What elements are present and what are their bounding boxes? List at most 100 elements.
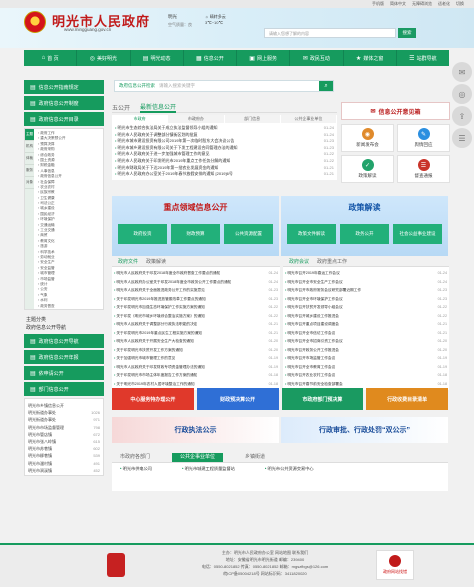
weibo-icon[interactable]: ◎ <box>452 84 472 104</box>
list-item[interactable]: 明光市召开春节前安全检查部署会 01-18 <box>285 380 447 389</box>
banner-button[interactable]: 财政预算 <box>171 224 220 244</box>
tab-latest-open[interactable]: 最新信息公开 <box>140 102 177 113</box>
subtab-0[interactable]: 市政府 <box>112 115 169 123</box>
sidebar-bottom-btn-1[interactable]: ▤ 政府信息公开年报 <box>24 350 104 364</box>
tab-gov-docs[interactable]: 政府文件 <box>118 258 138 266</box>
banner-button[interactable]: 社会公益事业建设 <box>393 224 442 244</box>
nav-item-7[interactable]: ☰ 站群导航 <box>397 50 449 66</box>
top-link-mobile[interactable]: 手机版 <box>372 1 384 7</box>
news-row[interactable]: 明光市财政局关于下达2019年第一批农业发展资金的通知 01-21 <box>115 165 334 172</box>
sidebar-btn-guide[interactable]: ▤ 信息公开指南规定 <box>24 80 104 94</box>
tab-townships[interactable]: 乡镇街道 <box>245 453 265 462</box>
search-icon[interactable]: ⌕ <box>319 81 333 91</box>
tab-five-open[interactable]: 五公开 <box>112 103 130 112</box>
nav-item-6[interactable]: ★ 媒体之窗 <box>344 50 397 66</box>
list-item[interactable]: 明光市召开全市信访工作会议 01-21 <box>285 329 447 338</box>
sidebar-bottom-btn-0[interactable]: ▤ 政府信息公开导航 <box>24 334 104 348</box>
quick-tile-1[interactable]: ✎ 舆情回应 <box>397 124 450 152</box>
list-item[interactable]: 关于印发明光市加强生态环境保护工作实施方案的通知 01-22 <box>114 303 278 312</box>
list-item[interactable]: 明光市人民政府办公室关于印发2018年度全市政务公开工作要点的通知 01-24 <box>114 278 278 287</box>
wechat-icon[interactable]: ✉ <box>452 62 472 82</box>
nav-item-0[interactable]: ⌂ 首 页 <box>24 50 78 66</box>
promo-double-publicity[interactable]: 行政审批、行政处罚“双公示” <box>281 417 448 443</box>
feature-link-1[interactable]: 财政预决算公开 <box>196 388 279 410</box>
list-item[interactable]: 明光市召开农业农村工作会议 01-18 <box>285 371 447 380</box>
tab-key-work[interactable]: 政府重点工作 <box>317 258 347 266</box>
list-item[interactable]: 明光市召开全市招商引资工作会议 01-20 <box>285 337 447 346</box>
news-row[interactable]: 明光市人民政府关于调整部分镇街区划的批复 01-24 <box>115 132 334 139</box>
list-item[interactable]: 明光市召开重点项目建设调度会 01-21 <box>285 320 447 329</box>
list-item[interactable]: 明光市人民政府关于印发财政专项资金管理办法的通知 01-19 <box>114 363 278 372</box>
nav-item-3[interactable]: ▦ 信息公开 <box>184 50 237 66</box>
list-item[interactable]: 关于印发明光市2019年推进放管服改革工作要点的通知 01-23 <box>114 295 278 304</box>
list-item[interactable]: 明光市人民政府关于印发2018年度全市政府督查工作要点的通知 01-24 <box>114 269 278 278</box>
dept-item[interactable]: 明光市供电公司 <box>120 466 152 488</box>
top-link-elderly[interactable]: 适老化 <box>438 1 450 7</box>
list-item[interactable]: 明光市召开市场监管工作会议 01-19 <box>285 354 447 363</box>
news-row[interactable]: 明光市人民政府办公室关于2019年春节放假安排的通知 [2019]6号 01-21 <box>115 171 334 178</box>
nav-item-4[interactable]: ▣ 网上服务 <box>237 50 291 66</box>
news-row[interactable]: 明光市人民政府关于印发明光市2019年重点工作任务分解的通知 01-22 <box>115 158 334 165</box>
top-link-switch[interactable]: 切换 <box>456 1 464 7</box>
quick-tile-3[interactable]: ☰ 督查通报 <box>397 155 450 183</box>
feature-link-3[interactable]: 行政收费目录清单 <box>366 388 448 410</box>
news-row[interactable]: 明光市城乡建设投资有限公司关于下发工程建设合同管理办法的通知 01-23 <box>115 145 334 152</box>
banner-button[interactable]: 政务公开 <box>340 224 389 244</box>
tree-item[interactable]: 民政 <box>38 309 100 310</box>
dept-item[interactable]: 明光市公共资源交易中心 <box>265 466 314 488</box>
sidebar-bottom-btn-3[interactable]: ▤ 部门信息公开 <box>24 382 104 396</box>
sidebar-btn-system[interactable]: ▤ 政府信息公开制度 <box>24 96 104 110</box>
open-mailbox-button[interactable]: ✉ 信息公开意见箱 <box>341 102 450 120</box>
sidebar-bottom-btn-2[interactable]: ▤ 依申请公开 <box>24 366 104 380</box>
list-item[interactable]: 明光市苏巷镇 602 <box>28 445 100 452</box>
list-item[interactable]: 关于印发明光市市场主体年度报告工作方案的通知 01-18 <box>114 371 278 380</box>
nav-item-1[interactable]: ◎ 美好明光 <box>77 50 131 66</box>
subtab-1[interactable]: 市政府办 <box>168 115 225 123</box>
tree-tab-4[interactable]: 对象 <box>25 177 34 189</box>
tab-departments[interactable]: 市政府各部门 <box>120 453 150 462</box>
tree-tab-3[interactable]: 服务 <box>25 165 34 177</box>
site-search-input[interactable]: 请输入您想了解的内容 <box>264 28 396 38</box>
list-item[interactable]: 明光市召开扶贫开发领导小组会议 01-22 <box>285 303 447 312</box>
news-row[interactable]: 明光市人民政府关于进一步加强城市管理工作的意见 01-22 <box>115 151 334 158</box>
list-item[interactable]: 关于加强明光市城市管理工作的意见 01-19 <box>114 354 278 363</box>
list-item[interactable]: 明光市召开城乡建设工作推进会 01-22 <box>285 312 447 321</box>
app-icon[interactable]: ☰ <box>452 128 472 148</box>
share-icon[interactable]: ⇪ <box>452 106 472 126</box>
nav-item-2[interactable]: ▤ 明光动态 <box>131 50 184 66</box>
list-item[interactable]: 明光市管店镇 672 <box>28 431 100 438</box>
list-item[interactable]: 明光市召开政务公开工作推进会 01-20 <box>285 346 447 355</box>
list-item[interactable]: 明光市召开全市环境保护工作会议 01-23 <box>285 295 447 304</box>
sidebar-btn-catalog[interactable]: ▤ 政府信息公开目录 <box>24 112 104 126</box>
list-item[interactable]: 关于明光市2019年农村人居环境整治工作的通知 01-18 <box>114 380 278 389</box>
tree-tab-2[interactable]: 体裁 <box>25 153 34 165</box>
gov-search-input[interactable]: 请输入搜索关键字 <box>159 83 319 89</box>
promo-law-enforcement[interactable]: 行政执法公示 <box>112 417 279 443</box>
site-search-button[interactable]: 搜索 <box>398 28 416 38</box>
list-item[interactable]: 明光市柳巷镇 539 <box>28 452 100 459</box>
banner-button[interactable]: 政府投资 <box>118 224 167 244</box>
feature-link-0[interactable]: 中心服务特办理公开 <box>112 388 194 410</box>
tab-policy-interpret[interactable]: 政策解读 <box>146 258 166 266</box>
nav-item-5[interactable]: ✉ 政民互动 <box>290 50 344 66</box>
news-row[interactable]: 明光市生态综合执法局关于成立执法监督领导小组的通知 01-24 <box>115 125 334 132</box>
quick-tile-0[interactable]: ◉ 新闻发布会 <box>341 124 394 152</box>
subtab-3[interactable]: 公共企事业单位 <box>280 115 337 123</box>
list-item[interactable]: 明光市召开全市安全生产工作会议 01-24 <box>285 278 447 287</box>
list-item[interactable]: 明光市人民政府关于调整部分行政执法职能的决定 01-21 <box>114 320 278 329</box>
list-item[interactable]: 明光市涧溪镇 452 <box>28 467 100 474</box>
news-row[interactable]: 明光市城市建设投资有限公司2019年第一次临时股东大会决议公告 01-23 <box>115 138 334 145</box>
list-item[interactable]: 明光市人民政府关于全面推进政务公开工作的实施意见 01-23 <box>114 286 278 295</box>
tree-tab-1[interactable]: 机构 <box>25 141 34 153</box>
top-link-language[interactable]: 简体中文 <box>390 1 406 7</box>
tab-gov-meetings[interactable]: 政府会议 <box>289 258 309 266</box>
list-item[interactable]: 明光街道办事处 1026 <box>28 409 100 416</box>
list-item[interactable]: 明光街道办事处 971 <box>28 416 100 423</box>
list-item[interactable]: 明光市召开市政府常务会议研究部署近期工作 01-23 <box>285 286 447 295</box>
tree-tab-0[interactable]: 主题 <box>25 129 34 141</box>
list-item[interactable]: 关于印发明光市扶贫开发工作方案的通知 01-20 <box>114 346 278 355</box>
list-item[interactable]: 明光市召开全市教育工作会议 01-19 <box>285 363 447 372</box>
tab-public-units[interactable]: 公共企事业单位 <box>172 453 224 462</box>
list-item[interactable]: 关于印发《明光市城乡环境综合整治实施方案》的通知 01-22 <box>114 312 278 321</box>
list-item[interactable]: 明光市召开2019年春运工作会议 01-24 <box>285 269 447 278</box>
